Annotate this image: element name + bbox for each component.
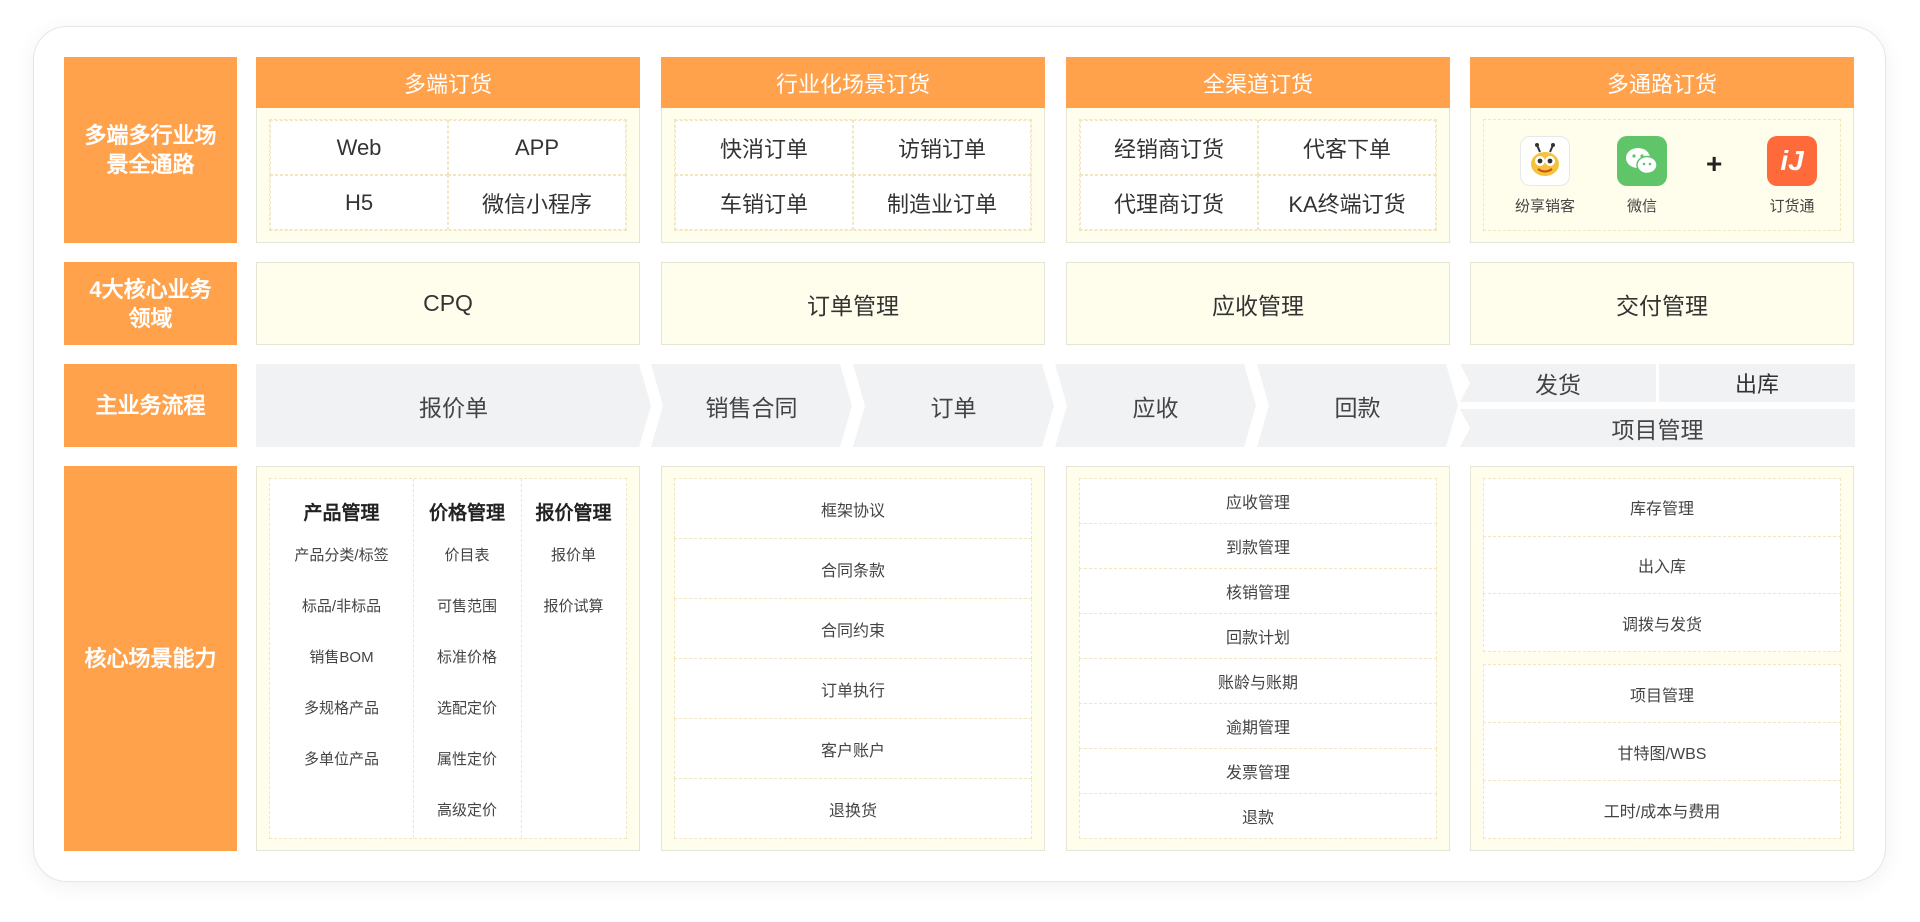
capability-item: 工时/成本与费用 (1483, 781, 1841, 839)
capability-item: 退款 (1079, 794, 1437, 839)
capability-item: 产品分类/标签 (294, 547, 389, 564)
capability-group: 产品管理 产品分类/标签 标品/非标品 销售BOM 多规格产品 多单位产品 (270, 479, 413, 838)
capability-item: 标准价格 (436, 649, 497, 666)
capability-group-title: 价格管理 (428, 502, 505, 524)
capability-item: 属性定价 (436, 751, 497, 768)
app-wechat: 微信 (1602, 136, 1682, 216)
capability-item: 合同约束 (674, 599, 1032, 659)
process-step: 销售合同 (651, 364, 852, 447)
row-label-channels: 多端多行业场景全通路 (64, 57, 237, 243)
fenxiang-bee-icon (1520, 136, 1570, 186)
process-step-label: 报价单 (419, 394, 488, 421)
process-step: 订单 (853, 364, 1054, 447)
channel-item: APP (448, 120, 626, 175)
capability-group: 报价管理 报价单 报价试算 (521, 479, 626, 838)
capability-item: 高级定价 (436, 802, 497, 819)
channel-item: 微信小程序 (448, 175, 626, 230)
channel-body-industry: 快消订单 访销订单 车销订单 制造业订单 (661, 108, 1045, 243)
capability-item: 调拨与发货 (1483, 594, 1841, 653)
process-step: 回款 (1257, 364, 1458, 447)
channel-item: 代理商订货 (1080, 175, 1258, 230)
channel-body-omni: 经销商订货 代客下单 代理商订货 KA终端订货 (1066, 108, 1450, 243)
domain-order: 订单管理 (661, 262, 1045, 345)
capability-item: 退换货 (674, 779, 1032, 839)
channel-item: 经销商订货 (1080, 120, 1258, 175)
capability-item: 可售范围 (436, 598, 497, 615)
dinghuotong-icon: iJ (1767, 136, 1817, 186)
capability-item: 核销管理 (1079, 569, 1437, 614)
capability-item: 库存管理 (1483, 478, 1841, 537)
process-step-label: 项目管理 (1611, 417, 1704, 443)
domain-receivable: 应收管理 (1066, 262, 1450, 345)
channel-item: KA终端订货 (1258, 175, 1436, 230)
capability-item: 多单位产品 (303, 751, 379, 768)
capability-item: 出入库 (1483, 536, 1841, 595)
capability-receivable: 应收管理 到款管理 核销管理 回款计划 账龄与账期 逾期管理 发票管理 退款 (1066, 466, 1450, 851)
capability-item: 到款管理 (1079, 524, 1437, 569)
capability-item: 应收管理 (1079, 478, 1437, 524)
capability-item: 账龄与账期 (1079, 659, 1437, 704)
row-label-domains: 4大核心业务领域 (64, 262, 237, 345)
capability-item: 项目管理 (1483, 664, 1841, 723)
domain-cpq: CPQ (256, 262, 640, 345)
channel-item: Web (270, 120, 448, 175)
app-name: 纷享销客 (1514, 198, 1575, 215)
row-label-capabilities: 核心场景能力 (64, 466, 237, 851)
channel-item: 制造业订单 (853, 175, 1031, 230)
capability-item: 发票管理 (1079, 749, 1437, 794)
capability-order: 框架协议 合同条款 合同约束 订单执行 客户账户 退换货 (661, 466, 1045, 851)
process-step-label: 发货 (1535, 372, 1581, 398)
channel-header-omni: 全渠道订货 (1066, 57, 1450, 108)
channel-header-multi-end: 多端订货 (256, 57, 640, 108)
capability-delivery: 库存管理 出入库 调拨与发货 项目管理 甘特图/WBS 工时/成本与费用 (1470, 466, 1854, 851)
channel-item: 访销订单 (853, 120, 1031, 175)
app-name: 微信 (1626, 198, 1657, 215)
capability-item: 报价单 (550, 547, 596, 564)
capability-item: 销售BOM (309, 649, 374, 666)
process-step: 出库 (1659, 364, 1855, 402)
capability-item: 标品/非标品 (301, 598, 382, 615)
process-step: 应收 (1055, 364, 1256, 447)
process-step-label: 回款 (1334, 394, 1381, 421)
capability-item: 框架协议 (674, 478, 1032, 539)
channel-item: H5 (270, 175, 448, 230)
capability-group-title: 产品管理 (303, 502, 380, 524)
process-step: 项目管理 (1460, 409, 1855, 447)
capability-item: 客户账户 (674, 719, 1032, 779)
capability-item: 逾期管理 (1079, 704, 1437, 749)
capability-item: 订单执行 (674, 659, 1032, 719)
channel-item: 快消订单 (675, 120, 853, 175)
capability-item: 多规格产品 (303, 700, 379, 717)
capability-cpq: 产品管理 产品分类/标签 标品/非标品 销售BOM 多规格产品 多单位产品 价格… (256, 466, 640, 851)
capability-item: 合同条款 (674, 539, 1032, 599)
process-step: 发货 (1460, 364, 1656, 402)
capability-item: 报价试算 (543, 598, 604, 615)
channel-body-multi-path: 纷享销客 微信 + iJ 订货通 (1470, 108, 1854, 243)
channel-header-multi-path: 多通路订货 (1470, 57, 1854, 108)
channel-body-multi-end: Web APP H5 微信小程序 (256, 108, 640, 243)
row-label-process: 主业务流程 (64, 364, 237, 447)
capability-item: 回款计划 (1079, 614, 1437, 659)
capability-item: 甘特图/WBS (1483, 723, 1841, 781)
capability-item: 价目表 (444, 547, 490, 564)
app-name: 订货通 (1769, 198, 1815, 215)
domain-delivery: 交付管理 (1470, 262, 1854, 345)
process-step-label: 销售合同 (705, 394, 798, 421)
capability-group-title: 报价管理 (535, 502, 612, 524)
capability-item: 选配定价 (436, 700, 497, 717)
plus-icon: + (1706, 148, 1723, 179)
channel-item: 代客下单 (1258, 120, 1436, 175)
capability-group: 价格管理 价目表 可售范围 标准价格 选配定价 属性定价 高级定价 (413, 479, 521, 838)
app-fenxiang: 纷享销客 (1505, 136, 1585, 216)
wechat-icon (1617, 136, 1667, 186)
process-step: 报价单 (256, 364, 651, 447)
process-step-label: 订单 (930, 394, 977, 421)
process-step-label: 应收 (1132, 394, 1179, 421)
channel-header-industry: 行业化场景订货 (661, 57, 1045, 108)
app-dinghuotong: iJ 订货通 (1752, 136, 1832, 216)
channel-item: 车销订单 (675, 175, 853, 230)
